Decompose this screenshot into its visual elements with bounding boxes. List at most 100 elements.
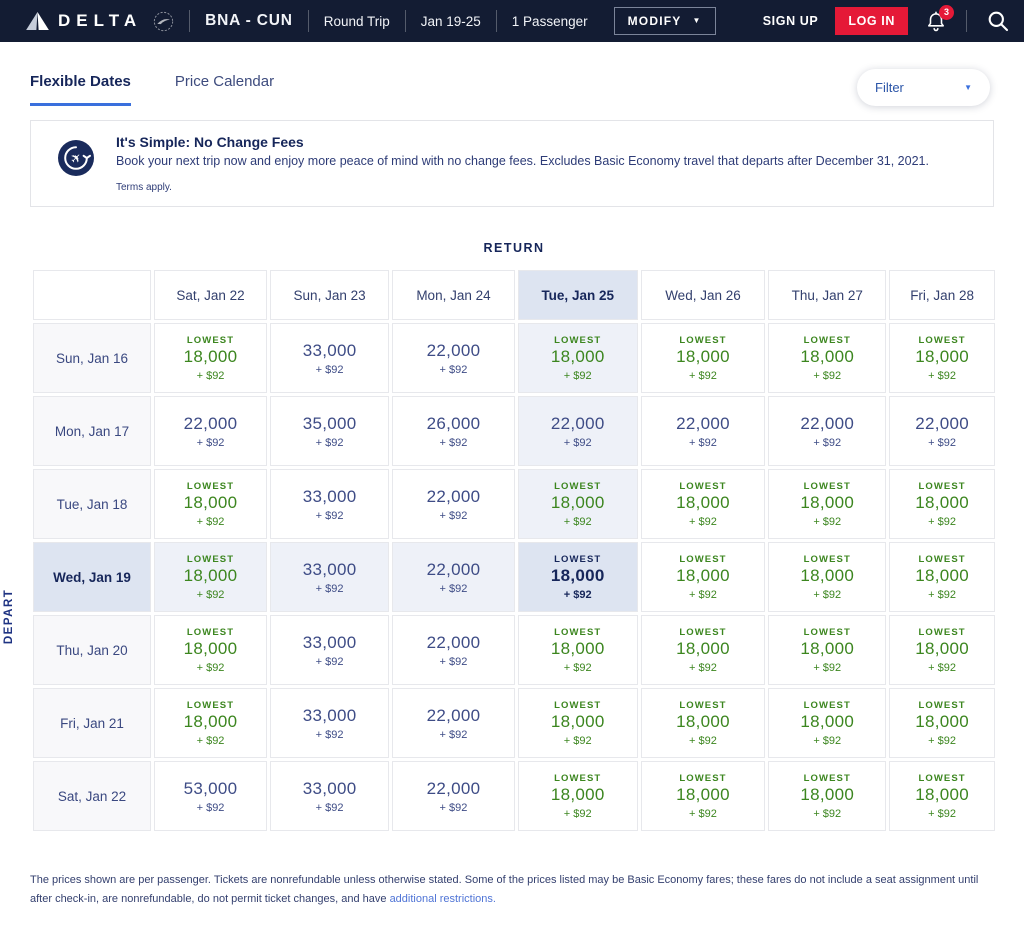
fare-miles: 18,000 (890, 785, 994, 805)
fare-cell[interactable]: 33,000+ $92 (270, 542, 389, 612)
fare-miles: 18,000 (642, 493, 765, 513)
fare-cash: + $92 (271, 583, 388, 595)
fare-cell[interactable]: 35,000 + $92 (270, 396, 389, 466)
modify-button[interactable]: MODIFY ▼ (614, 7, 716, 35)
fare-cell[interactable]: 33,000+ $92 (270, 323, 389, 393)
fare-cell[interactable]: 22,000+ $92 (392, 542, 515, 612)
fare-miles: 33,000 (271, 779, 388, 799)
fare-cell[interactable]: LOWEST18,000+ $92 (889, 615, 995, 685)
fare-cash: + $92 (890, 662, 994, 674)
fare-cash: + $92 (271, 802, 388, 814)
depart-date-header: Fri, Jan 21 (33, 688, 151, 758)
fare-miles: 22,000 (393, 560, 514, 580)
tab-price-calendar[interactable]: Price Calendar (175, 73, 274, 103)
fare-cell[interactable]: 22,000+ $92 (641, 396, 766, 466)
fare-cell[interactable]: LOWEST18,000+ $92 (768, 469, 886, 539)
lowest-fare-tag: LOWEST (519, 481, 637, 492)
lowest-fare-tag: LOWEST (642, 481, 765, 492)
fare-cell[interactable]: LOWEST18,000+ $92 (154, 615, 267, 685)
fare-cell[interactable]: LOWEST18,000+ $92 (889, 469, 995, 539)
additional-restrictions-link[interactable]: additional restrictions. (390, 893, 496, 905)
lowest-fare-tag: LOWEST (769, 773, 885, 784)
fare-miles: 22,000 (890, 414, 994, 434)
fare-cell[interactable]: 33,000+ $92 (270, 469, 389, 539)
filter-dropdown[interactable]: Filter ▼ (857, 69, 990, 106)
fare-cell[interactable]: LOWEST18,000+ $92 (518, 469, 638, 539)
fare-cell[interactable]: LOWEST18,000+ $92 (889, 761, 995, 831)
fare-cell[interactable]: 33,000+ $92 (270, 615, 389, 685)
fare-cell[interactable]: LOWEST18,000+ $92 (768, 688, 886, 758)
fare-cash: + $92 (519, 589, 637, 601)
lowest-fare-tag: LOWEST (890, 700, 994, 711)
search-button[interactable] (986, 9, 1010, 33)
fare-miles: 18,000 (519, 566, 637, 586)
lowest-fare-tag: LOWEST (769, 554, 885, 565)
tabs-row: Flexible Dates Price Calendar Filter ▼ (0, 42, 1024, 106)
fare-cell[interactable]: 53,000+ $92 (154, 761, 267, 831)
fare-cell[interactable]: LOWEST18,000+ $92 (154, 542, 267, 612)
fare-cell[interactable]: LOWEST18,000+ $92 (518, 542, 638, 612)
fare-cell[interactable]: LOWEST18,000+ $92 (889, 323, 995, 393)
fare-cell[interactable]: 22,000+ $92 (768, 396, 886, 466)
fare-cell[interactable]: LOWEST18,000+ $92 (889, 542, 995, 612)
fare-cell[interactable]: 22,000+ $92 (518, 396, 638, 466)
fare-cell[interactable]: LOWEST18,000+ $92 (518, 323, 638, 393)
fare-cell[interactable]: LOWEST18,000+ $92 (768, 323, 886, 393)
fare-cash: + $92 (393, 656, 514, 668)
fare-cell[interactable]: LOWEST18,000+ $92 (641, 542, 766, 612)
fare-cash: + $92 (642, 589, 765, 601)
filter-label: Filter (875, 80, 904, 95)
depart-axis-label: DEPART (3, 589, 15, 644)
fare-miles: 18,000 (642, 785, 765, 805)
fare-cell[interactable]: 22,000+ $92 (392, 469, 515, 539)
fare-cash: + $92 (519, 808, 637, 820)
top-navbar: DELTA BNA - CUN Round Trip Jan 19-25 1 P… (0, 0, 1024, 42)
fare-cell[interactable]: 22,000+ $92 (889, 396, 995, 466)
sign-up-link[interactable]: SIGN UP (763, 14, 819, 28)
fare-cell[interactable]: LOWEST18,000+ $92 (154, 688, 267, 758)
matrix-corner-cell (33, 270, 151, 320)
fare-cell[interactable]: LOWEST18,000+ $92 (641, 323, 766, 393)
fare-cell[interactable]: LOWEST18,000+ $92 (641, 761, 766, 831)
fare-cell[interactable]: 33,000 + $92 (270, 761, 389, 831)
fare-cash: + $92 (271, 364, 388, 376)
fare-miles: 22,000 (519, 414, 637, 434)
tab-flexible-dates[interactable]: Flexible Dates (30, 73, 131, 106)
lowest-fare-tag: LOWEST (769, 700, 885, 711)
terms-apply-link[interactable]: Terms apply. (116, 182, 929, 193)
lowest-fare-tag: LOWEST (769, 481, 885, 492)
fare-cell[interactable]: LOWEST18,000+ $92 (768, 615, 886, 685)
fare-miles: 18,000 (519, 785, 637, 805)
fare-cell[interactable]: LOWEST18,000 + $92 (518, 761, 638, 831)
fare-cell[interactable]: 22,000+ $92 (392, 323, 515, 393)
fare-cell[interactable]: LOWEST18,000+ $92 (641, 469, 766, 539)
fare-miles: 18,000 (769, 712, 885, 732)
lowest-fare-tag: LOWEST (890, 627, 994, 638)
fare-cell[interactable]: LOWEST18,000+ $92 (641, 615, 766, 685)
fare-cash: + $92 (271, 437, 388, 449)
fare-cell[interactable]: LOWEST18,000+ $92 (154, 323, 267, 393)
fare-cell[interactable]: LOWEST18,000+ $92 (768, 761, 886, 831)
fare-cell[interactable]: LOWEST18,000+ $92 (518, 688, 638, 758)
fare-cell[interactable]: 22,000+ $92 (392, 688, 515, 758)
fare-cell[interactable]: LOWEST18,000+ $92 (154, 469, 267, 539)
chevron-down-icon: ▼ (964, 84, 972, 92)
fare-cell[interactable]: LOWEST18,000+ $92 (641, 688, 766, 758)
lowest-fare-tag: LOWEST (519, 335, 637, 346)
fare-cell[interactable]: 33,000+ $92 (270, 688, 389, 758)
fare-cell[interactable]: LOWEST18,000+ $92 (518, 615, 638, 685)
fare-cash: + $92 (642, 735, 765, 747)
fare-cell[interactable]: LOWEST18,000+ $92 (768, 542, 886, 612)
log-in-button[interactable]: LOG IN (835, 7, 908, 35)
fare-cell[interactable]: LOWEST18,000+ $92 (889, 688, 995, 758)
fare-cell[interactable]: 26,000+ $92 (392, 396, 515, 466)
fare-cell[interactable]: 22,000+ $92 (154, 396, 267, 466)
fare-cell[interactable]: 22,000+ $92 (392, 761, 515, 831)
delta-logo[interactable]: DELTA (26, 11, 174, 32)
lowest-fare-tag: LOWEST (519, 773, 637, 784)
fare-miles: 35,000 (271, 414, 388, 434)
fare-row: Sat, Jan 2253,000+ $9233,000+ $9222,000+… (33, 761, 995, 831)
notifications-button[interactable]: 3 (925, 10, 947, 33)
fare-cell[interactable]: 22,000+ $92 (392, 615, 515, 685)
nav-dates: Jan 19-25 (421, 14, 481, 29)
